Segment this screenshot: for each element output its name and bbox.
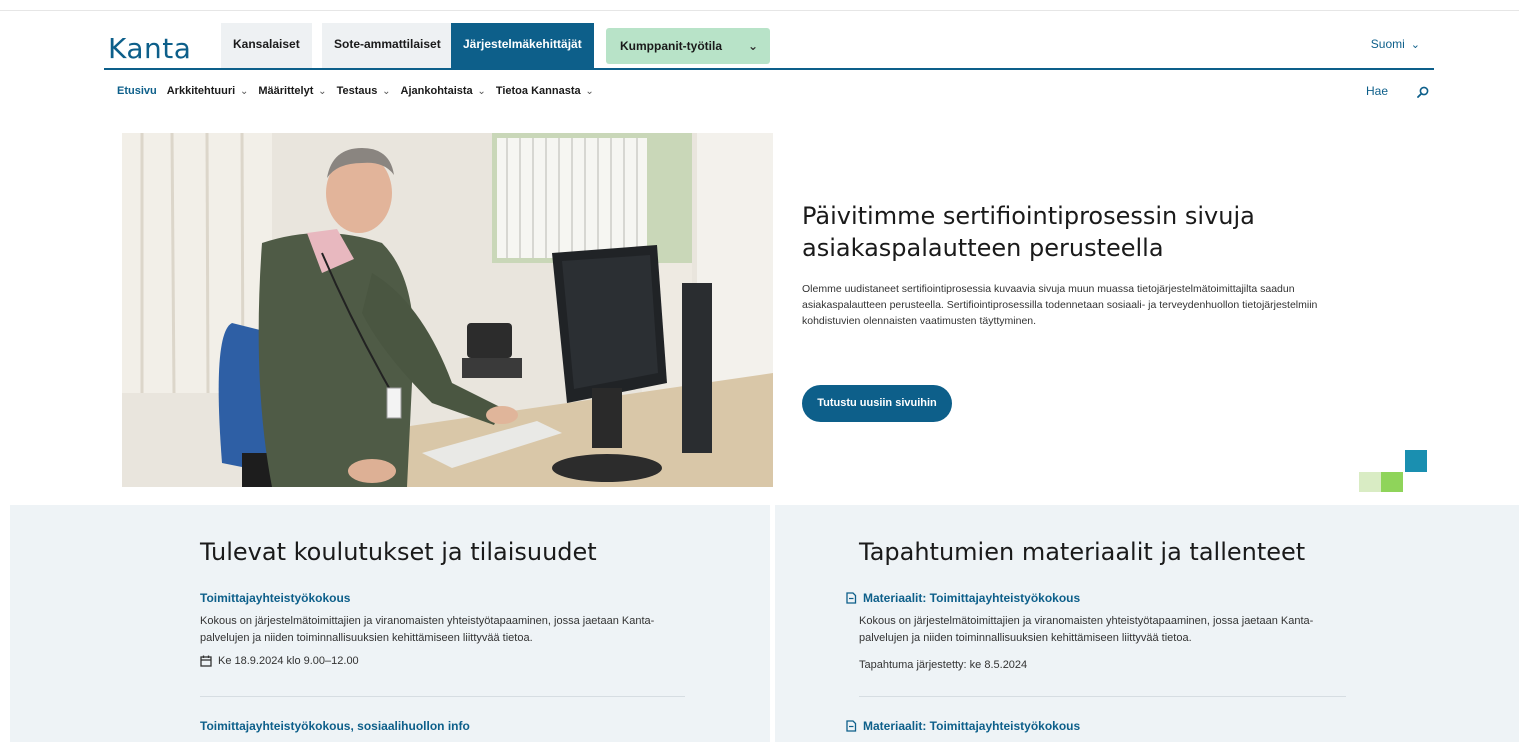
nav-item-ajankohtaista[interactable]: Ajankohtaista ⌄ xyxy=(401,85,486,101)
kanta-logo[interactable]: Kanta xyxy=(108,32,191,65)
hero-description: Olemme uudistaneet sertifiointiprosessia… xyxy=(802,283,1318,327)
decorative-square-light xyxy=(1359,472,1381,492)
material-link[interactable]: Materiaalit: Toimittajayhteistyökokous xyxy=(845,591,1080,605)
nav-item-arkkitehtuuri[interactable]: Arkkitehtuuri ⌄ xyxy=(167,85,249,101)
materials-panel: Tapahtumien materiaalit ja tallenteet Ma… xyxy=(775,505,1519,742)
tab-jarjestelmakehittajat[interactable]: Järjestelmäkehittäjät xyxy=(451,23,594,68)
hero-title: Päivitimme sertifiointiprosessin sivuja … xyxy=(802,202,1255,262)
decorative-square-teal xyxy=(1405,450,1427,472)
search-link[interactable]: Hae xyxy=(1366,84,1388,98)
header-divider xyxy=(104,68,1434,70)
decorative-square-green xyxy=(1381,472,1403,492)
language-select[interactable]: Suomi ⌄ xyxy=(1371,37,1420,51)
partner-workspace-select[interactable]: Kumppanit-työtila ⌄ xyxy=(606,28,770,64)
document-icon xyxy=(846,592,857,604)
chevron-down-icon: ⌄ xyxy=(474,86,486,97)
chevron-down-icon: ⌄ xyxy=(315,86,327,97)
material-meta: Tapahtuma järjestetty: ke 8.5.2024 xyxy=(859,659,1028,671)
event-description: Kokous on järjestelmätoimittajien ja vir… xyxy=(200,615,655,644)
event-link[interactable]: Toimittajayhteistyökokous, sosiaalihuoll… xyxy=(200,719,470,733)
nav-item-etusivu[interactable]: Etusivu xyxy=(117,85,157,101)
tab-kansalaiset[interactable]: Kansalaiset xyxy=(221,23,312,68)
materials-section-title: Tapahtumien materiaalit ja tallenteet xyxy=(859,538,1306,566)
material-description: Kokous on järjestelmätoimittajien ja vir… xyxy=(859,615,1314,644)
nav-item-tietoa-kannasta[interactable]: Tietoa Kannasta ⌄ xyxy=(496,85,594,101)
chevron-down-icon: ⌄ xyxy=(379,86,391,97)
search-icon[interactable] xyxy=(1417,86,1429,98)
site-header: Kanta Kansalaiset Sote-ammattilaiset Jär… xyxy=(104,23,1434,69)
tab-sote-ammattilaiset[interactable]: Sote-ammattilaiset xyxy=(322,23,453,68)
top-rule xyxy=(0,10,1519,11)
events-panel: Tulevat koulutukset ja tilaisuudet Toimi… xyxy=(10,505,770,742)
hero-image xyxy=(122,133,773,487)
divider xyxy=(200,696,685,697)
nav-item-testaus[interactable]: Testaus ⌄ xyxy=(337,85,391,101)
event-link[interactable]: Toimittajayhteistyökokous xyxy=(200,591,350,605)
chevron-down-icon: ⌄ xyxy=(237,86,249,97)
divider xyxy=(859,696,1346,697)
document-icon xyxy=(846,720,857,732)
nav-item-maarittelyt[interactable]: Määrittelyt ⌄ xyxy=(258,85,326,101)
chevron-down-icon: ⌄ xyxy=(582,86,594,97)
material-link[interactable]: Materiaalit: Toimittajayhteistyökokous xyxy=(845,719,1080,733)
event-date: Ke 18.9.2024 klo 9.00–12.00 xyxy=(200,655,359,667)
calendar-icon xyxy=(200,655,212,667)
chevron-down-icon: ⌄ xyxy=(747,39,758,53)
hero-cta-button[interactable]: Tutustu uusiin sivuihin xyxy=(802,385,952,422)
main-navigation: Etusivu Arkkitehtuuri ⌄ Määrittelyt ⌄ Te… xyxy=(117,85,594,101)
events-section-title: Tulevat koulutukset ja tilaisuudet xyxy=(200,538,597,566)
chevron-down-icon: ⌄ xyxy=(1410,39,1420,51)
